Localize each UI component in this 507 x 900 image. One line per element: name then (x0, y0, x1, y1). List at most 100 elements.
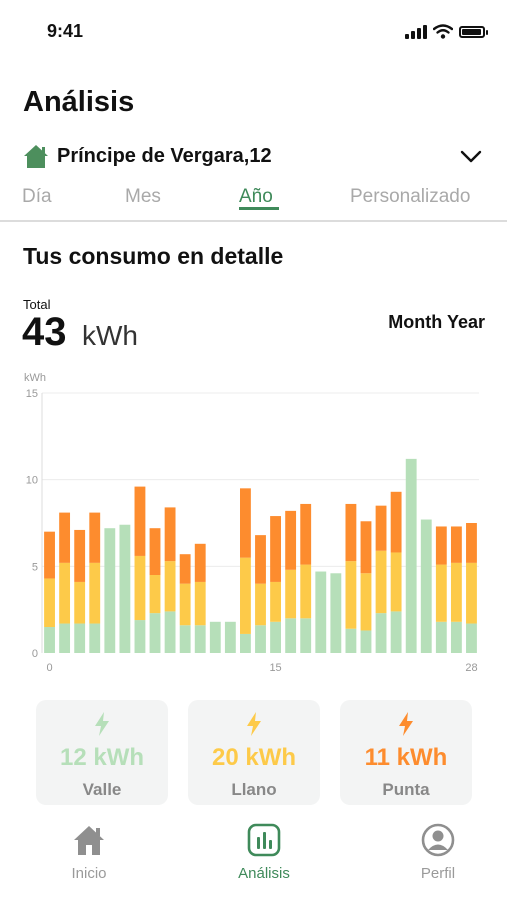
status-bar: 9:41 (0, 0, 507, 60)
bar-valle (89, 623, 101, 653)
profile-icon (421, 823, 455, 857)
bar-llano (360, 573, 372, 631)
bar-llano (435, 564, 447, 622)
chevron-down-icon[interactable] (459, 144, 483, 168)
bar-valle (240, 633, 251, 653)
bar-valle (466, 623, 477, 653)
bar-valle (194, 625, 206, 653)
bar-llano (44, 578, 55, 627)
bar-valle (420, 519, 432, 653)
bolt-icon (247, 712, 261, 736)
bar-llano (134, 555, 146, 621)
bar-llano (466, 562, 477, 624)
x-tick-label: 28 (465, 662, 477, 674)
bar-valle (360, 630, 372, 653)
bar-llano (345, 561, 357, 629)
status-time: 9:41 (47, 21, 84, 41)
card-valle[interactable]: 12 kWh Valle (36, 700, 168, 805)
battery-icon (459, 25, 488, 38)
bar-punta (300, 503, 312, 565)
bar-valle (345, 628, 357, 653)
y-tick-label: 10 (26, 475, 38, 487)
home-icon (74, 826, 104, 855)
bar-llano (149, 575, 161, 614)
bar-valle (435, 621, 447, 653)
bar-valle (134, 620, 146, 653)
bar-valle (164, 611, 176, 653)
page-title: Análisis (23, 86, 135, 118)
bar-punta (375, 505, 387, 551)
bar-llano (74, 581, 86, 624)
bar-valle (179, 625, 191, 653)
nav-label: Perfil (420, 865, 456, 882)
bar-punta (74, 529, 86, 582)
bar-punta (466, 523, 477, 563)
bar-llano (390, 552, 402, 612)
y-tick-label: 5 (32, 561, 38, 573)
bar-llano (89, 562, 101, 624)
nav-label: Inicio (71, 865, 107, 882)
period-label[interactable]: Month Year (388, 312, 485, 333)
bar-punta (450, 526, 462, 563)
bottom-nav: Inicio Análisis Perfil (0, 805, 507, 900)
nav-perfil[interactable]: Perfil (378, 823, 498, 882)
bar-valle (59, 623, 71, 653)
card-value: 11 kWh (364, 744, 448, 771)
bar-valle (74, 623, 86, 653)
bar-punta (149, 528, 161, 575)
house-icon (24, 145, 48, 168)
nav-label: Análisis (238, 865, 290, 882)
y-tick-label: 0 (32, 648, 38, 660)
section-title: Tus consumo en detalle (23, 243, 284, 269)
x-tick-label: 0 (46, 662, 52, 674)
bar-punta (345, 503, 357, 562)
tab-personalizado[interactable]: Personalizado (350, 186, 470, 208)
bar-valle (149, 613, 161, 653)
bar-valle (405, 458, 417, 653)
card-llano[interactable]: 20 kWh Llano (188, 700, 320, 805)
card-label: Valle (82, 780, 122, 799)
card-punta[interactable]: 11 kWh Punta (340, 700, 472, 805)
location-label: Príncipe de Vergara,12 (57, 144, 272, 167)
bar-valle (44, 627, 55, 653)
nav-analisis[interactable]: Análisis (204, 823, 324, 882)
consumption-chart: 0 5 10 15 kWh 0 15 28 (24, 372, 479, 674)
bar-valle (270, 621, 281, 653)
bar-punta (285, 510, 297, 570)
bar-valle (285, 618, 297, 653)
total-value: 43 (22, 310, 67, 354)
bar-llano (285, 569, 297, 619)
bar-valle (450, 621, 462, 653)
card-label: Llano (231, 780, 277, 799)
bar-punta (255, 535, 266, 584)
bolt-icon (95, 712, 109, 736)
bar-valle (119, 524, 131, 653)
bar-valle (224, 621, 236, 653)
bolt-icon (399, 712, 413, 736)
nav-inicio[interactable]: Inicio (29, 823, 149, 882)
location-selector[interactable]: Príncipe de Vergara,12 (23, 140, 485, 172)
bar-punta (44, 531, 55, 579)
bar-valle (375, 613, 387, 653)
bar-punta (89, 512, 101, 563)
bar-punta (134, 486, 146, 556)
bar-valle (300, 618, 312, 653)
bar-punta (270, 516, 281, 582)
active-tab-indicator (239, 207, 279, 210)
tab-ano[interactable]: Año (239, 186, 273, 208)
bar-punta (194, 543, 206, 582)
bar-valle (255, 625, 266, 653)
y-tick-label: 15 (26, 388, 38, 400)
bar-valle (104, 528, 116, 653)
bar-punta (240, 488, 251, 558)
bar-llano (240, 557, 251, 634)
bar-punta (164, 507, 176, 562)
tab-dia[interactable]: Día (22, 186, 52, 208)
tab-mes[interactable]: Mes (125, 186, 161, 208)
bar-valle (330, 573, 342, 653)
bar-valle (390, 611, 402, 653)
summary-cards: 12 kWh Valle 20 kWh Llano 11 kWh Punta (0, 700, 507, 805)
bar-llano (179, 583, 191, 626)
y-axis-label: kWh (24, 372, 46, 384)
bar-valle (315, 571, 327, 653)
